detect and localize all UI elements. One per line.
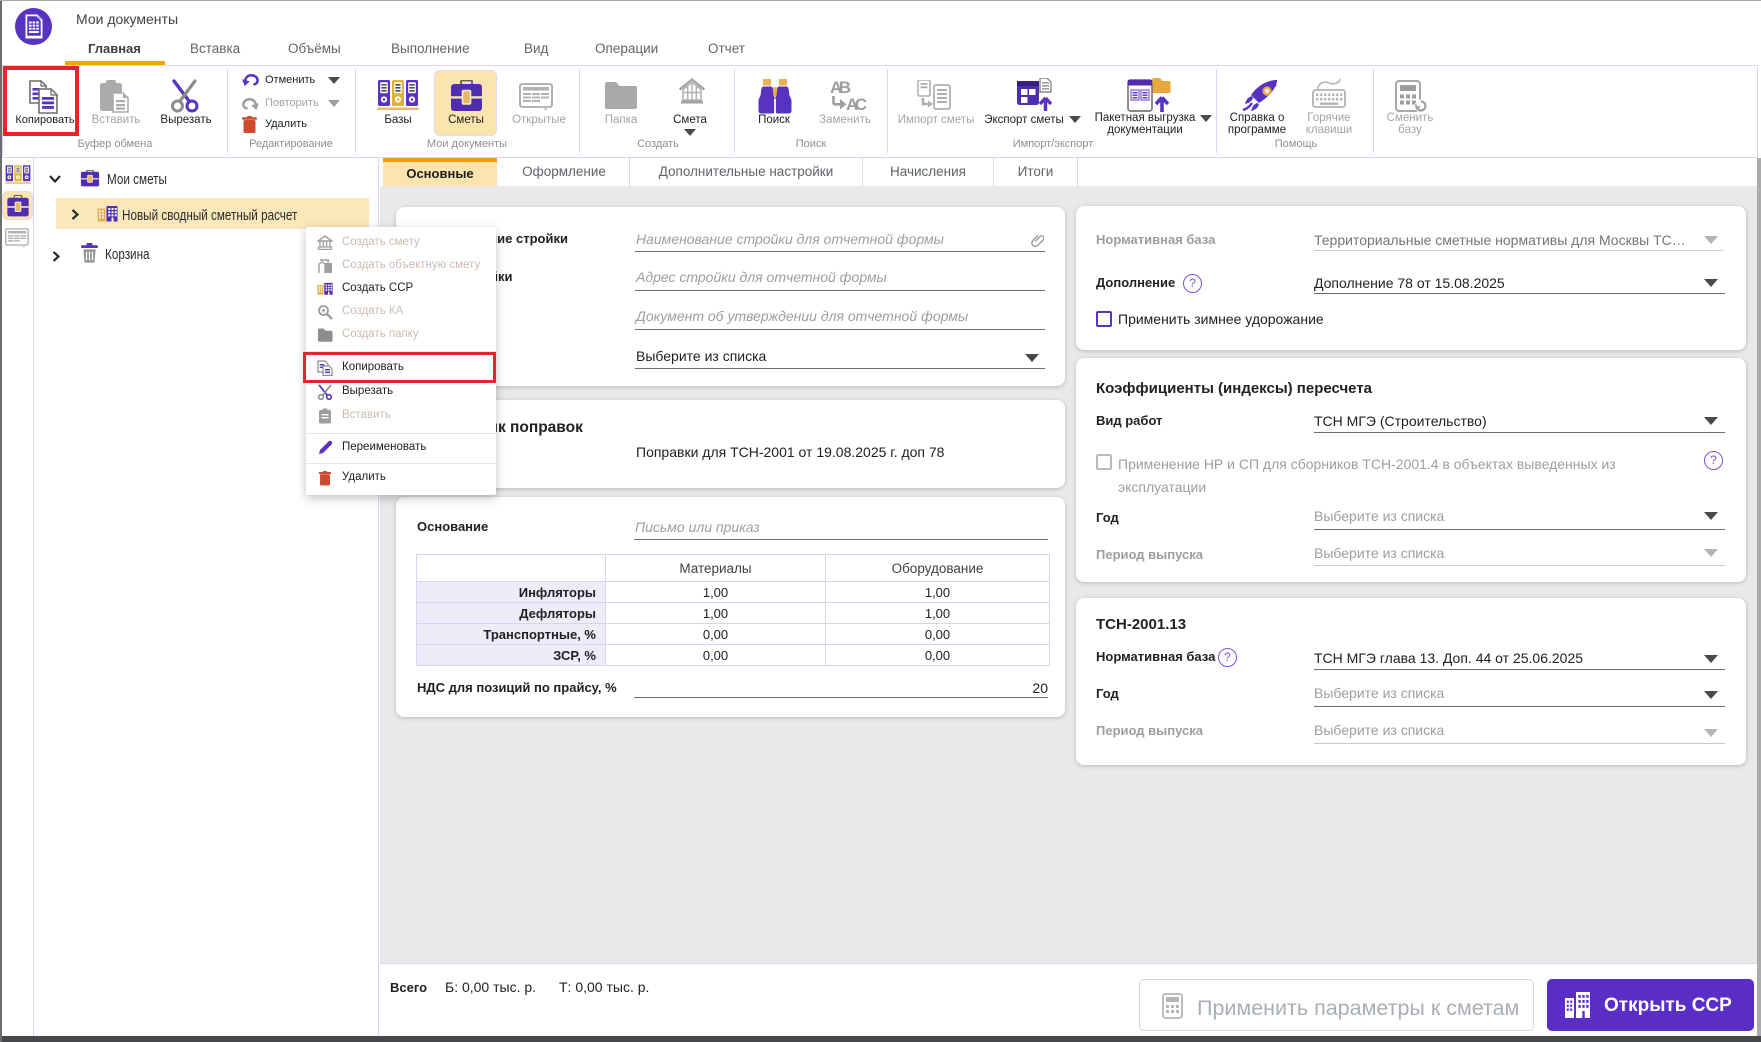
svg-text:AC: AC	[846, 95, 867, 113]
